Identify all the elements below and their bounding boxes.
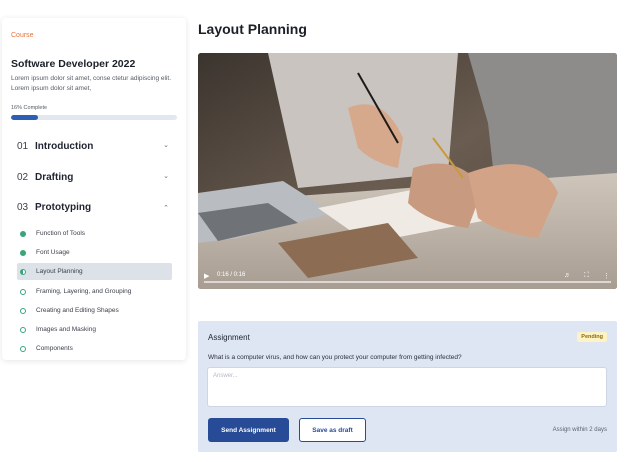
in-progress-icon <box>20 268 26 275</box>
lesson-item-shapes[interactable]: Creating and Editing Shapes <box>17 302 172 319</box>
lesson-label: Function of Tools <box>36 230 86 237</box>
lesson-label: Creating and Editing Shapes <box>36 307 119 314</box>
lesson-item-images-masking[interactable]: Images and Masking <box>17 321 172 338</box>
fullscreen-icon[interactable]: ⛶ <box>584 272 589 280</box>
answer-field[interactable] <box>207 367 607 407</box>
chevron-down-icon[interactable]: ⌄ <box>163 172 169 180</box>
course-title: Software Developer 2022 <box>11 58 136 70</box>
lesson-item-components[interactable]: Components <box>17 340 172 357</box>
status-badge: Pending <box>577 332 607 342</box>
due-note: Assign within 2 days <box>552 427 607 433</box>
section-name: Drafting <box>35 171 74 183</box>
course-description: Lorem ipsum dolor sit amet, conse ctetur… <box>11 75 172 92</box>
video-time: 0:16 / 0:16 <box>217 272 246 278</box>
breadcrumb[interactable]: Course <box>11 32 34 39</box>
incomplete-icon <box>20 326 26 333</box>
lesson-item-function-of-tools[interactable]: Function of Tools <box>17 225 172 242</box>
video-player[interactable]: ▶ 0:16 / 0:16 ♬ ⛶ ⋮ <box>198 53 617 289</box>
section-number: 02 <box>17 171 29 183</box>
lesson-item-layout-planning[interactable]: Layout Planning <box>17 263 172 280</box>
chevron-up-icon[interactable]: ⌃ <box>163 204 169 212</box>
section-number: 01 <box>17 140 29 152</box>
section-introduction[interactable]: 01 Introduction ⌄ <box>17 139 172 153</box>
incomplete-icon <box>20 345 26 352</box>
video-controls: ▶ 0:16 / 0:16 ♬ ⛶ ⋮ <box>198 265 617 289</box>
lesson-item-font-usage[interactable]: Font Usage <box>17 244 172 261</box>
section-number: 03 <box>17 201 29 213</box>
chevron-down-icon[interactable]: ⌄ <box>163 141 169 149</box>
course-progress-fill <box>11 115 38 120</box>
assignment-question: What is a computer virus, and how can yo… <box>208 354 462 361</box>
lesson-label: Images and Masking <box>36 326 96 333</box>
page-title: Layout Planning <box>198 21 307 37</box>
play-icon[interactable]: ▶ <box>204 272 209 280</box>
lesson-label: Components <box>36 345 73 352</box>
assignment-panel: Assignment Pending What is a computer vi… <box>198 321 617 452</box>
lesson-label: Framing, Layering, and Grouping <box>36 288 132 295</box>
incomplete-icon <box>20 288 26 295</box>
section-drafting[interactable]: 02 Drafting ⌄ <box>17 170 172 184</box>
more-icon[interactable]: ⋮ <box>603 272 610 280</box>
section-name: Prototyping <box>35 201 92 213</box>
course-sidebar: Course Software Developer 2022 Lorem ips… <box>2 18 186 360</box>
completed-icon <box>20 230 26 237</box>
assignment-title: Assignment <box>208 333 250 342</box>
mute-icon[interactable]: ♬ <box>564 272 571 279</box>
lesson-item-framing[interactable]: Framing, Layering, and Grouping <box>17 283 172 300</box>
send-assignment-button[interactable]: Send Assignment <box>208 418 289 442</box>
completed-icon <box>20 249 26 256</box>
video-frame <box>198 53 617 289</box>
lesson-label: Font Usage <box>36 249 70 256</box>
section-prototyping[interactable]: 03 Prototyping ⌃ <box>17 200 172 214</box>
course-progress-bar <box>11 115 177 120</box>
incomplete-icon <box>20 307 26 314</box>
section-name: Introduction <box>35 140 94 152</box>
save-draft-button[interactable]: Save as draft <box>299 418 366 442</box>
video-scrubber[interactable] <box>204 281 611 283</box>
progress-label: 16% Complete <box>11 105 48 111</box>
lesson-label: Layout Planning <box>36 268 83 275</box>
